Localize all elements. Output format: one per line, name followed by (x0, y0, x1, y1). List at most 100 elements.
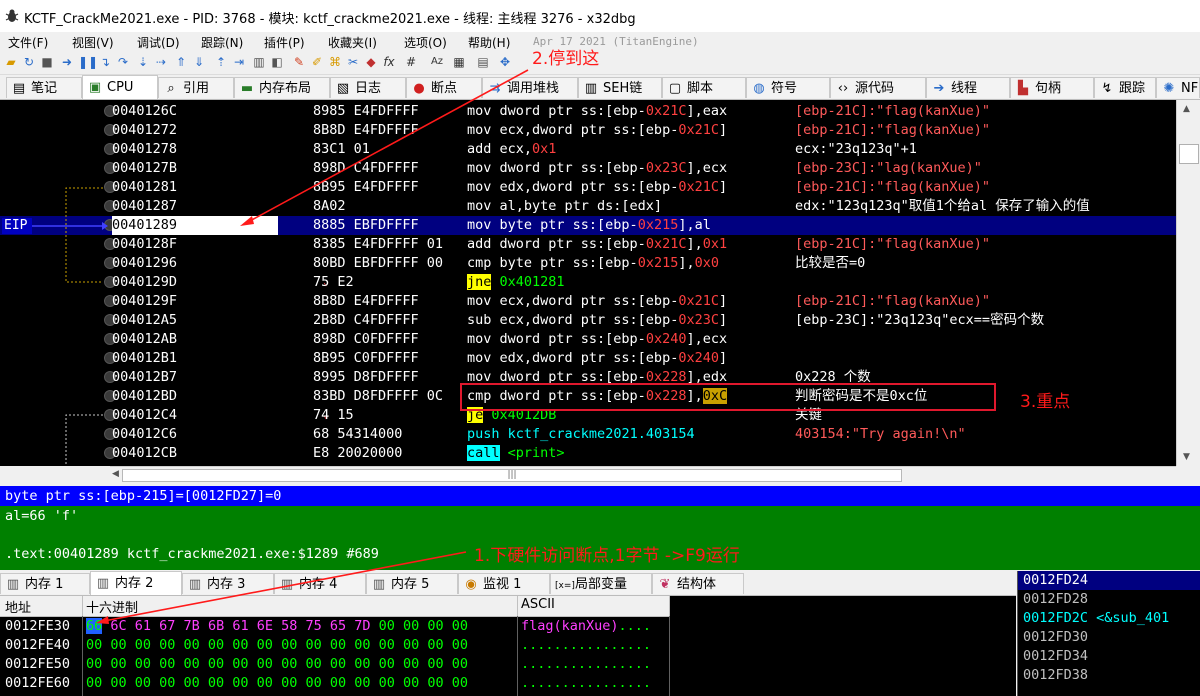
strings-icon[interactable]: Az (430, 55, 444, 69)
disasm-row[interactable]: 004012CB E8 20020000 call <print> (0, 444, 1176, 463)
tab-references[interactable]: ⌕ 引用 (158, 77, 234, 98)
disasm-row[interactable]: 00401278 83C1 01 add ecx,0x1 ecx:"23q123q"+… (0, 140, 1176, 159)
scroll-down-icon[interactable]: ▼ (1183, 452, 1190, 462)
restart-icon[interactable]: ↻ (22, 55, 36, 69)
menu-favourites[interactable]: 收藏夹(I) (328, 34, 377, 51)
animate-icon[interactable]: ⇥ (232, 55, 246, 69)
tab-trace[interactable]: ↯ 跟踪 (1094, 77, 1156, 98)
scroll-thumb[interactable] (1179, 144, 1199, 164)
tab-notes[interactable]: ▤ 笔记 (6, 77, 82, 98)
execute-till-return-icon[interactable]: ⇑ (174, 55, 188, 69)
disasm-row[interactable]: 0040129D ⌄ 75 E2 jne 0x401281 (0, 273, 1176, 292)
menu-plugins[interactable]: 插件(P) (264, 34, 305, 51)
tab-dump-1[interactable]: ▥ 内存 1 (0, 573, 90, 594)
dump-row[interactable]: 0012FE60 00 00 00 00 00 00 00 00 00 00 0… (0, 674, 670, 693)
trace-into-icon[interactable]: ⇣ (136, 55, 150, 69)
menu-debug[interactable]: 调试(D) (137, 34, 180, 51)
scroll-left-icon[interactable]: ◀ (112, 469, 119, 479)
tab-info[interactable]: ✺ NFO (1156, 77, 1200, 98)
dump-header-ascii[interactable]: ASCII (521, 597, 555, 612)
stack-row[interactable]: 0012FD2C <&sub_401 (1023, 609, 1169, 628)
patch-icon[interactable]: ▥ (252, 55, 266, 69)
stack-view[interactable]: 0012FD24 0012FD28 0012FD2C <&sub_401 001… (1017, 571, 1200, 696)
tab-dump-3[interactable]: ▥ 内存 3 (182, 573, 274, 594)
dump-row[interactable]: 0012FE40 00 00 00 00 00 00 00 00 00 00 0… (0, 636, 670, 655)
pause-icon[interactable]: ❚❚ (78, 55, 98, 69)
dump-row[interactable]: 0012FE30 66 6C 61 67 7B 6B 61 6E 58 75 6… (0, 617, 670, 636)
stack-row[interactable]: 0012FD30 (1023, 628, 1088, 647)
comment-icon[interactable]: ✎ (292, 55, 306, 69)
disasm-row[interactable]: 004012A5 2B8D C4FDFFFF sub ecx,dword ptr s… (0, 311, 1176, 330)
calculator-icon[interactable]: ▦ (452, 55, 466, 69)
stack-row[interactable]: 0012FD38 (1023, 666, 1088, 685)
tab-handles[interactable]: ▙ 句柄 (1010, 77, 1094, 98)
tab-watch-1[interactable]: ◉ 监视 1 (458, 573, 550, 594)
menu-trace[interactable]: 跟踪(N) (201, 34, 243, 51)
stack-row[interactable]: 0012FD24 (1018, 571, 1200, 590)
tab-source[interactable]: ‹› 源代码 (830, 77, 926, 98)
disasm-address: 004012C4 (112, 407, 178, 423)
step-over-icon[interactable]: ↷ (116, 55, 130, 69)
label-icon[interactable]: ✐ (310, 55, 324, 69)
notes-icon[interactable]: ▤ (476, 55, 490, 69)
trace-over-icon[interactable]: ⇢ (154, 55, 168, 69)
hscroll-thumb[interactable]: ||| (122, 469, 902, 482)
memory-dump-view[interactable]: 地址 十六进制 ASCII 0012FE30 66 6C 61 67 7B 6B… (0, 596, 1016, 696)
tab-symbols[interactable]: ◍ 符号 (746, 77, 830, 98)
step-into-icon[interactable]: ↴ (98, 55, 112, 69)
disasm-row[interactable]: 004012C6 68 54314000 push kctf_crackme2021… (0, 425, 1176, 444)
tab-locals[interactable]: [x=]局部变量 (550, 573, 652, 594)
disasm-row[interactable]: 00401272 8B8D E4FDFFFF mov ecx,dword ptr s… (0, 121, 1176, 140)
disasm-row[interactable]: 004012B1 8B95 C0FDFFFF mov edx,dword ptr s… (0, 349, 1176, 368)
hash-icon[interactable]: # (404, 55, 418, 69)
scylla-icon[interactable]: ◧ (270, 55, 284, 69)
disasm-comment: 403154:"Try again!\n" (795, 426, 966, 442)
disasm-bytes: 8B95 C0FDFFFF (313, 350, 419, 366)
fx-icon[interactable]: fx (382, 55, 396, 69)
tab-dump-4[interactable]: ▥ 内存 4 (274, 573, 366, 594)
tab-breakpoints[interactable]: ● 断点 (406, 77, 482, 98)
tab-script[interactable]: ▢ 脚本 (662, 77, 746, 98)
toolbar: ▰ ↻ ■ ➜ ❚❚ ↴ ↷ ⇣ ⇢ ⇑ ⇓ ⇡ ⇥ ▥ ◧ ✎ ✐ ⌘ ✂ ◆… (0, 52, 1200, 75)
settings-icon[interactable]: ✥ (498, 55, 512, 69)
menu-help[interactable]: 帮助(H) (468, 34, 510, 51)
disasm-row[interactable]: 0040126C 8985 E4FDFFFF mov dword ptr ss:[e… (0, 102, 1176, 121)
tab-cpu[interactable]: ▣ CPU (82, 75, 158, 99)
disasm-row[interactable]: 00401287 8A02 mov al,byte ptr ds:[edx] edx:… (0, 197, 1176, 216)
disasm-row[interactable]: 00401281 8B95 E4FDFFFF mov edx,dword ptr s… (0, 178, 1176, 197)
disassembly-view[interactable]: 0040126C 8985 E4FDFFFF mov dword ptr ss:[e… (0, 100, 1176, 466)
menu-options[interactable]: 选项(O) (404, 34, 447, 51)
tab-log[interactable]: ▧ 日志 (330, 77, 406, 98)
tab-call-stack[interactable]: ⇉ 调用堆栈 (482, 77, 578, 98)
disasm-row[interactable]: 00401296 80BD EBFDFFFF 00 cmp byte ptr ss:… (0, 254, 1176, 273)
scroll-up-icon[interactable]: ▲ (1183, 104, 1190, 114)
disasm-row[interactable]: 0040129F 8B8D E4FDFFFF mov ecx,dword ptr s… (0, 292, 1176, 311)
erase-icon[interactable]: ◆ (364, 55, 378, 69)
stack-row[interactable]: 0012FD28 (1023, 590, 1088, 609)
tab-threads[interactable]: ➔ 线程 (926, 77, 1010, 98)
stack-row[interactable]: 0012FD34 (1023, 647, 1088, 666)
disassembly-hscrollbar[interactable]: ◀ ||| (110, 466, 1176, 484)
dump-header-hex[interactable]: 十六进制 (86, 597, 138, 616)
function-icon[interactable]: ✂ (346, 55, 360, 69)
dump-header-address[interactable]: 地址 (5, 597, 31, 616)
disasm-row[interactable]: 004012AB 898D C0FDFFFF mov dword ptr ss:[e… (0, 330, 1176, 349)
step-up-icon[interactable]: ⇡ (214, 55, 228, 69)
tab-memory-map[interactable]: ▬ 内存布局 (234, 77, 330, 98)
menu-view[interactable]: 视图(V) (72, 34, 114, 51)
open-icon[interactable]: ▰ (4, 55, 18, 69)
run-to-user-code-icon[interactable]: ⇓ (192, 55, 206, 69)
menu-file[interactable]: 文件(F) (8, 34, 48, 51)
tab-struct[interactable]: ❦ 结构体 (652, 573, 744, 594)
disasm-row[interactable]: 0040128F 8385 E4FDFFFF 01 add dword ptr ss… (0, 235, 1176, 254)
tab-dump-5[interactable]: ▥ 内存 5 (366, 573, 458, 594)
close-icon[interactable]: ■ (40, 55, 54, 69)
disasm-row[interactable]: 0040127B 898D C4FDFFFF mov dword ptr ss:[e… (0, 159, 1176, 178)
run-icon[interactable]: ➜ (60, 55, 74, 69)
bookmark-icon[interactable]: ⌘ (328, 55, 342, 69)
tab-dump-2[interactable]: ▥ 内存 2 (90, 571, 182, 595)
dump-row[interactable]: 0012FE50 00 00 00 00 00 00 00 00 00 00 0… (0, 655, 670, 674)
disasm-row-current[interactable]: 00401289 8885 EBFDFFFF mov byte ptr ss:[eb… (0, 216, 1176, 235)
tab-seh-chain[interactable]: ▥ SEH链 (578, 77, 662, 98)
disassembly-scrollbar[interactable]: ▲ ▼ (1176, 100, 1200, 466)
